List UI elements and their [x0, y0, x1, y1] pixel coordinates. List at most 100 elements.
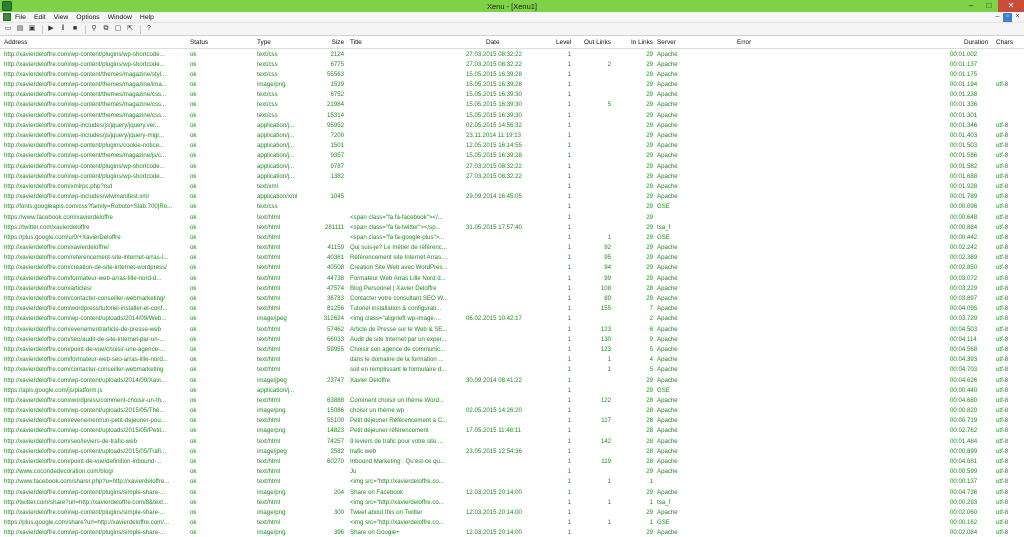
table-row[interactable]: http://xavierdeloffre.com/contacter-cons… — [0, 294, 1024, 304]
cell-type: image/png — [257, 81, 286, 89]
table-row[interactable]: http://xavierdeloffre.com/wp-content/plu… — [0, 171, 1024, 181]
close-button[interactable]: ✕ — [998, 0, 1024, 12]
table-row[interactable]: http://xavierdeloffre.com/formateur-web-… — [0, 355, 1024, 365]
cell-server: Apache — [657, 50, 678, 58]
table-row[interactable]: http://xavierdeloffre.com/wordpress/tuto… — [0, 304, 1024, 314]
table-row[interactable]: http://xavierdeloffre.com/referencement-… — [0, 253, 1024, 263]
table-row[interactable]: https://plus.google.com/u/0/+XavierDelof… — [0, 232, 1024, 242]
column-header-type[interactable]: Type — [257, 39, 300, 46]
table-row[interactable]: http://xavierdeloffre.com/wp-content/plu… — [0, 528, 1024, 537]
menu-file[interactable]: File — [15, 13, 26, 22]
menu-window[interactable]: Window — [108, 13, 132, 22]
column-header-in-links[interactable]: In Links — [615, 39, 653, 46]
table-row[interactable]: http://xavierdeloffre.com/wp-includes/js… — [0, 120, 1024, 130]
cell-title: Qui suis-je? Le métier de référenc... — [350, 244, 447, 252]
minimize-button[interactable]: ‒ — [962, 0, 980, 12]
table-row[interactable]: http://xavierdeloffre.com/point-de-vue/d… — [0, 457, 1024, 467]
maximize-button[interactable]: □ — [980, 0, 998, 12]
table-row[interactable]: http://xavierdeloffre.com/articles/ok tex… — [0, 283, 1024, 293]
menu-help[interactable]: Help — [140, 13, 154, 22]
table-row[interactable]: http://xavierdeloffre.com/seo/leviers-de… — [0, 436, 1024, 446]
column-header-level[interactable]: Level — [556, 39, 571, 46]
table-row[interactable]: https://www.facebook.com/xavierdeloffre o… — [0, 212, 1024, 222]
table-row[interactable]: http://xavierdeloffre.com/wp-content/the… — [0, 151, 1024, 161]
open-icon[interactable]: ▤ — [15, 24, 25, 34]
cell-charset: utf-8 — [996, 203, 1009, 211]
table-row[interactable]: http://xavierdeloffre.com/wp-content/plu… — [0, 507, 1024, 517]
table-row[interactable]: http://xavierdeloffre.com/wp-content/upl… — [0, 314, 1024, 324]
table-row[interactable]: http://xavierdeloffre.com/wordpress/comm… — [0, 395, 1024, 405]
table-row[interactable]: http://xavierdeloffre.com/wp-includes/wl… — [0, 192, 1024, 202]
table-row[interactable]: http://xavierdeloffre.com/wp-content/upl… — [0, 406, 1024, 416]
table-row[interactable]: https://plus.google.com/share?url=http:/… — [0, 518, 1024, 528]
document-icon[interactable] — [3, 13, 11, 21]
export-icon[interactable]: ⇱ — [125, 24, 135, 34]
table-row[interactable]: http://fonts.googleapis.com/css?family=R… — [0, 202, 1024, 212]
column-header-server[interactable]: Server — [657, 39, 717, 46]
table-row[interactable]: http://xavierdeloffre.com/wp-content/plu… — [0, 49, 1024, 59]
save-icon[interactable]: ▣ — [27, 24, 37, 34]
column-header-error[interactable]: Error — [737, 39, 937, 46]
table-row[interactable]: http://xavierdeloffre.com/wp-content/plu… — [0, 141, 1024, 151]
new-icon[interactable]: ▭ — [3, 24, 13, 34]
column-header-out-links[interactable]: Out Links — [576, 39, 611, 46]
copy-icon[interactable]: ⧉ — [101, 24, 111, 34]
pause-icon[interactable]: ‖ — [58, 24, 68, 34]
column-header-duration[interactable]: Duration — [950, 39, 990, 46]
table-row[interactable]: http://xavierdeloffre.com/wp-includes/js… — [0, 131, 1024, 141]
column-header-status[interactable]: Status — [190, 39, 245, 46]
table-row[interactable]: http://www.facebook.com/sharer.php?u=htt… — [0, 477, 1024, 487]
table-row[interactable]: http://xavierdeloffre.com/creation-de-si… — [0, 263, 1024, 273]
table-row[interactable]: http://xavierdeloffre.com/seo/audit-de-s… — [0, 334, 1024, 344]
cell-out-links: 117 — [601, 417, 611, 425]
table-row[interactable]: http://xavierdeloffre.com/xmlrpc.php?rsd… — [0, 181, 1024, 191]
table-row[interactable]: http://xavierdeloffre.com/wp-content/the… — [0, 69, 1024, 79]
cell-address: http://xavierdeloffre.com/seo/leviers-de… — [4, 437, 137, 445]
cell-address: http://xavierdeloffre.com/wp-includes/wl… — [4, 193, 149, 201]
play-icon[interactable]: ▶ — [46, 24, 56, 34]
table-row[interactable]: http://xavierdeloffre.com/wp-content/upl… — [0, 375, 1024, 385]
help-icon[interactable]: ? — [144, 24, 154, 34]
table-row[interactable]: http://xavierdeloffre.com/point-de-vue/c… — [0, 344, 1024, 354]
table-row[interactable]: http://xavierdeloffre.com/wp-content/the… — [0, 80, 1024, 90]
column-header-size[interactable]: Size — [300, 39, 344, 46]
cell-duration: 00:00.293 — [950, 498, 978, 506]
child-close-button[interactable]: × — [1013, 13, 1022, 22]
table-row[interactable]: http://xavierdeloffre.com/contacter-cons… — [0, 365, 1024, 375]
window-icon[interactable]: ▢ — [113, 24, 123, 34]
column-header-charset[interactable]: Chars — [996, 39, 1018, 46]
cell-charset: utf-8 — [996, 437, 1009, 445]
table-row[interactable]: http://xavierdeloffre.com/formateur-web-… — [0, 273, 1024, 283]
table-row[interactable]: http://xavierdeloffre.com/wp-content/upl… — [0, 446, 1024, 456]
table-row[interactable]: http://xavierdeloffre.com/wp-content/upl… — [0, 426, 1024, 436]
column-header-date[interactable]: Date — [466, 39, 556, 46]
cell-size: 63888 — [327, 396, 344, 404]
cell-status: ok — [190, 193, 197, 201]
table-row[interactable]: http://xavierdeloffre.com/wp-content/plu… — [0, 161, 1024, 171]
menu-options[interactable]: Options — [76, 13, 99, 22]
child-restore-button[interactable]: ▫ — [1003, 13, 1012, 22]
column-header-title[interactable]: Title — [350, 39, 460, 46]
stop-icon[interactable]: ■ — [70, 24, 80, 34]
table-row[interactable]: http://xavierdeloffre.com/evenement/arti… — [0, 324, 1024, 334]
column-header-address[interactable]: Address — [4, 39, 186, 46]
table-row[interactable]: http://xavierdeloffre.com/wp-content/plu… — [0, 59, 1024, 69]
table-row[interactable]: http://twitter.com/share?url=http://xavi… — [0, 497, 1024, 507]
find-icon[interactable]: ⚲ — [89, 24, 99, 34]
table-row[interactable]: http://xavierdeloffre.com/wp-content/the… — [0, 100, 1024, 110]
table-row[interactable]: http://xavierdeloffre.com/wp-content/the… — [0, 90, 1024, 100]
cell-address: http://xavierdeloffre.com/seo/audit-de-s… — [4, 335, 165, 343]
menu-view[interactable]: View — [54, 13, 69, 22]
table-row[interactable]: http://www.cocondedecoration.com/blog/ok… — [0, 467, 1024, 477]
table-row[interactable]: http://xavierdeloffre.com/evenement/un-p… — [0, 416, 1024, 426]
child-minimize-button[interactable]: – — [993, 13, 1002, 22]
table-row[interactable]: http://xavierdeloffre.com/xavierdeloffre… — [0, 243, 1024, 253]
table-row[interactable]: http://xavierdeloffre.com/wp-content/the… — [0, 110, 1024, 120]
cell-out-links: 2 — [607, 60, 611, 68]
cell-server: Apache — [657, 468, 678, 476]
table-row[interactable]: https://apis.google.com/js/platform.js ok… — [0, 385, 1024, 395]
menu-edit[interactable]: Edit — [34, 13, 46, 22]
table-row[interactable]: http://xavierdeloffre.com/wp-content/plu… — [0, 487, 1024, 497]
table-row[interactable]: https://twitter.com/xavierdeloffre ok text… — [0, 222, 1024, 232]
cell-charset: utf-8 — [996, 417, 1009, 425]
